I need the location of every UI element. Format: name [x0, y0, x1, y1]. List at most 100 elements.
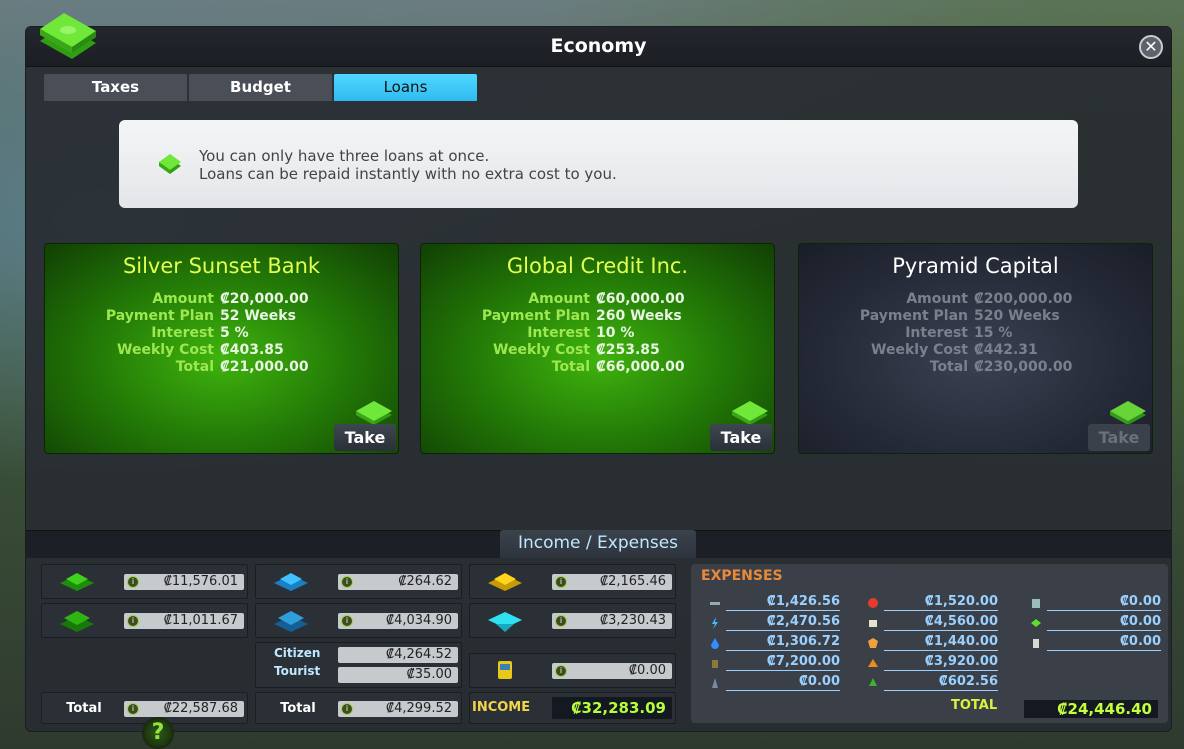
- commercial-high-icon: [274, 611, 308, 632]
- residential-high-icon: [60, 611, 94, 632]
- commercial-low-icon: [274, 573, 308, 591]
- weekly-cost-label: Weekly Cost: [493, 342, 590, 358]
- close-button[interactable]: ✕: [1139, 35, 1163, 59]
- interest-label: Interest: [527, 325, 590, 341]
- payment-plan-value: 260 Weeks: [596, 308, 682, 324]
- electricity-icon: [712, 617, 718, 629]
- amount-value: ₡60,000.00: [596, 291, 685, 307]
- total-label: Total: [175, 359, 214, 375]
- bank-name: Pyramid Capital: [892, 254, 1059, 278]
- info-icon[interactable]: i: [341, 703, 353, 715]
- education-book-icon: [869, 620, 877, 627]
- transport-value-box: i ₡0.00: [552, 663, 672, 679]
- commercial-total-value-box: i ₡4,299.52: [338, 701, 458, 717]
- expense-fire-value: ₡1,520.00: [884, 594, 998, 611]
- bus-small-icon: [1032, 599, 1040, 608]
- healthcare-icon: [868, 659, 878, 667]
- tab-budget[interactable]: Budget: [189, 74, 332, 101]
- residential-high-value-box: i ₡11,011.67: [124, 613, 244, 629]
- fire-icon: [868, 598, 878, 608]
- amount-label: Amount: [906, 291, 968, 307]
- payment-plan-label: Payment Plan: [859, 308, 968, 324]
- loan-card-silver-sunset-bank: Silver Sunset Bank Amount ₡20,000.00 Paym…: [44, 243, 399, 454]
- water-drop-icon: [711, 638, 719, 649]
- loan-details: Amount ₡20,000.00 Payment Plan 52 Weeks In…: [45, 291, 398, 376]
- amount-value: ₡200,000.00: [974, 291, 1073, 307]
- office-value-box: i ₡3,230.43: [552, 613, 672, 629]
- payment-plan-label: Payment Plan: [105, 308, 214, 324]
- info-icon[interactable]: i: [555, 665, 567, 677]
- take-loan-button-disabled: Take: [1088, 424, 1150, 451]
- info-icon[interactable]: i: [127, 615, 139, 627]
- industrial-value: ₡2,165.46: [599, 574, 666, 589]
- weekly-cost-value: ₡442.31: [974, 342, 1038, 358]
- residential-low-icon: [60, 573, 94, 591]
- commercial-low-value: ₡264.62: [398, 574, 452, 589]
- industrial-value-box: i ₡2,165.46: [552, 574, 672, 590]
- info-icon[interactable]: i: [341, 576, 353, 588]
- interest-label: Interest: [905, 325, 968, 341]
- take-loan-button[interactable]: Take: [334, 424, 396, 451]
- commercial-high-value: ₡4,034.90: [385, 613, 452, 628]
- loan-card-global-credit: Global Credit Inc. Amount ₡60,000.00 Paym…: [420, 243, 775, 454]
- expense-water-value: ₡1,306.72: [726, 634, 840, 651]
- interest-label: Interest: [151, 325, 214, 341]
- tab-taxes[interactable]: Taxes: [44, 74, 187, 101]
- police-badge-icon: [868, 638, 878, 648]
- commercial-total-value: ₡4,299.52: [385, 701, 452, 716]
- residential-high-row: i ₡11,011.67: [41, 603, 248, 638]
- tree-icon: [869, 678, 877, 686]
- expenses-total-value: ₡24,446.40: [1024, 700, 1158, 718]
- loan-card-pyramid-capital: Pyramid Capital Amount ₡200,000.00 Paymen…: [798, 243, 1153, 454]
- residential-low-value-box: i ₡11,576.01: [124, 574, 244, 590]
- amount-value: ₡20,000.00: [220, 291, 309, 307]
- info-icon[interactable]: i: [127, 576, 139, 588]
- info-icon[interactable]: i: [127, 703, 139, 715]
- expense-parks-value: ₡602.56: [884, 674, 998, 691]
- info-text: You can only have three loans at once. L…: [199, 147, 617, 183]
- help-button[interactable]: ?: [142, 717, 174, 749]
- payment-plan-value: 52 Weeks: [220, 308, 296, 324]
- tab-loans[interactable]: Loans: [334, 74, 477, 101]
- total-value: ₡66,000.00: [596, 359, 685, 375]
- expense-transport-value: ₡0.00: [1047, 594, 1161, 611]
- cash-stack-icon: [356, 401, 392, 425]
- expense-loans-value: ₡0.00: [1047, 614, 1161, 631]
- cash-stack-icon: [732, 401, 768, 425]
- info-line-1: You can only have three loans at once.: [199, 147, 490, 165]
- commercial-low-value-box: i ₡264.62: [338, 574, 458, 590]
- titlebar: Economy ✕: [26, 27, 1171, 67]
- expense-roads-value: ₡1,426.56: [726, 594, 840, 611]
- commercial-total-row: Total i ₡4,299.52: [255, 692, 462, 724]
- commercial-high-row: i ₡4,034.90: [255, 603, 462, 638]
- citizen-label: Citizen: [274, 646, 321, 660]
- office-icon: [488, 612, 522, 632]
- monument-icon: [712, 678, 718, 688]
- transport-row: i ₡0.00: [469, 653, 676, 688]
- info-icon[interactable]: i: [555, 576, 567, 588]
- expense-monuments-value: ₡0.00: [726, 674, 840, 691]
- industrial-row: i ₡2,165.46: [469, 564, 676, 599]
- payment-plan-label: Payment Plan: [481, 308, 590, 324]
- commercial-low-row: i ₡264.62: [255, 564, 462, 599]
- residential-high-value: ₡11,011.67: [163, 613, 238, 628]
- total-label: Total: [551, 359, 590, 375]
- loan-details: Amount ₡60,000.00 Payment Plan 260 Weeks I…: [421, 291, 774, 376]
- expense-healthcare-value: ₡3,920.00: [884, 654, 998, 671]
- tourist-value: ₡35.00: [338, 667, 458, 683]
- info-icon[interactable]: i: [555, 615, 567, 627]
- transport-value: ₡0.00: [628, 663, 666, 678]
- info-icon[interactable]: i: [341, 615, 353, 627]
- commercial-high-value-box: i ₡4,034.90: [338, 613, 458, 629]
- take-loan-button[interactable]: Take: [710, 424, 772, 451]
- income-expenses-title: Income / Expenses: [500, 530, 696, 558]
- tab-bar: Taxes Budget Loans: [44, 74, 477, 101]
- economy-window: Economy ✕ Taxes Budget Loans You can onl…: [25, 13, 1172, 732]
- total-value: ₡230,000.00: [974, 359, 1073, 375]
- interest-value: 15 %: [974, 325, 1013, 341]
- expense-garbage-value: ₡7,200.00: [726, 654, 840, 671]
- total-value: ₡21,000.00: [220, 359, 309, 375]
- residential-total-value: ₡22,587.68: [163, 701, 238, 716]
- tourist-label: Tourist: [274, 664, 321, 678]
- money-icon: [159, 154, 181, 174]
